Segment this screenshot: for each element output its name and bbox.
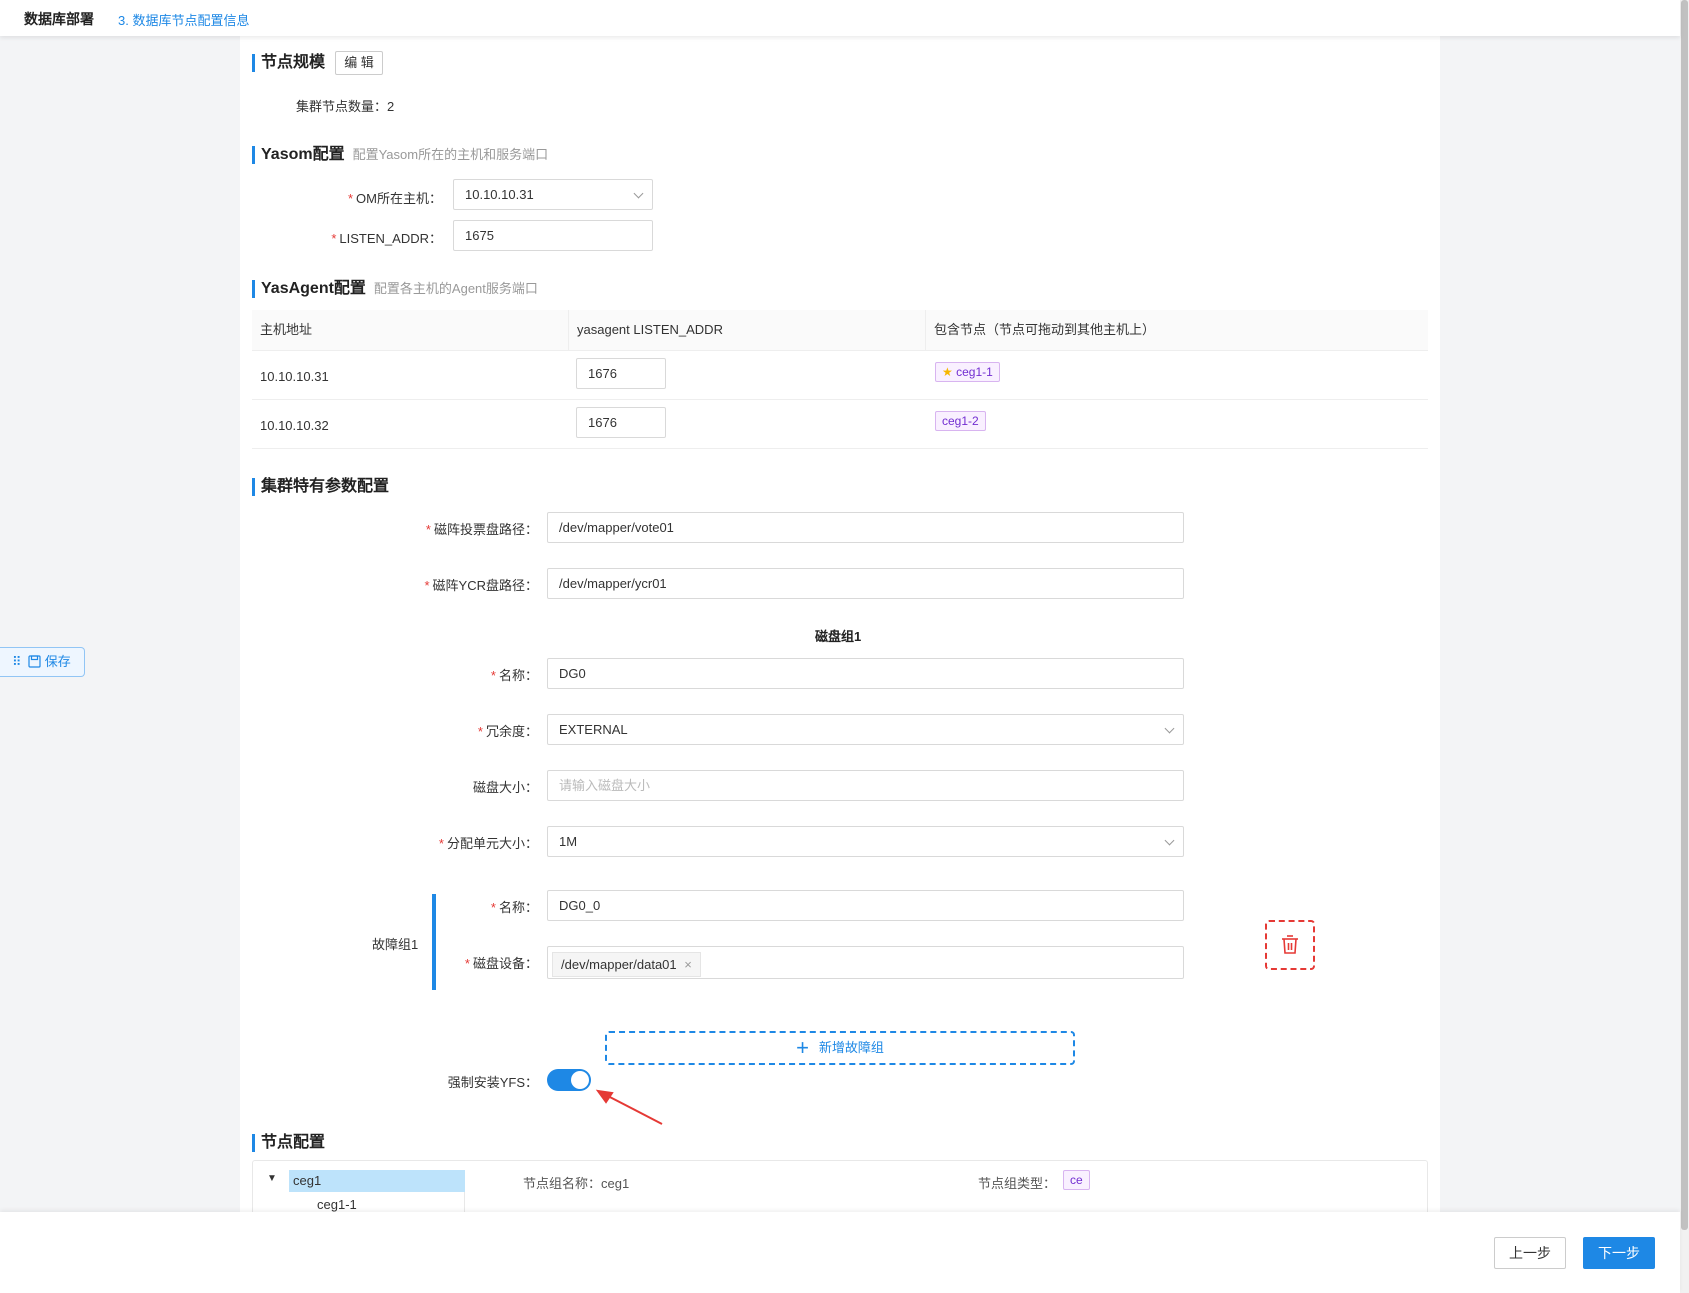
drag-handle-icon[interactable]: ⠿ <box>12 654 21 669</box>
annotation-arrow-icon <box>595 1089 663 1125</box>
chevron-down-icon <box>1164 835 1175 846</box>
ycr-disk-label: * 磁阵YCR盘路径： <box>424 578 538 593</box>
fg-disk-label: * 磁盘设备： <box>464 956 538 971</box>
listen-addr-label: * LISTEN_ADDR： <box>331 231 442 246</box>
section-yasagent-subtitle: 配置各主机的Agent服务端口 <box>373 281 538 296</box>
caret-down-icon[interactable]: ▼ <box>267 1173 277 1184</box>
footer-bar: 上一步 下一步 <box>0 1212 1680 1293</box>
node-group-name: 节点组名称：ceg1 <box>523 1176 630 1191</box>
agent-port-input[interactable]: 1676 <box>576 358 666 389</box>
breadcrumb-step[interactable]: 3. 数据库节点配置信息 <box>118 10 249 29</box>
column-header-nodes: 包含节点（节点可拖动到其他主机上） <box>925 310 1428 350</box>
star-icon: ★ <box>942 365 953 379</box>
section-yasom-title: Yasom配置 配置Yasom所在的主机和服务端口 <box>252 146 548 164</box>
table-cell-host: 10.10.10.32 <box>260 418 329 433</box>
vote-disk-label: * 磁阵投票盘路径： <box>425 522 538 537</box>
om-host-label: * OM所在主机： <box>347 191 442 206</box>
trash-icon <box>1282 935 1298 954</box>
section-node-config-title: 节点配置 <box>252 1134 325 1152</box>
plus-icon: + <box>796 1035 809 1060</box>
add-failgroup-button[interactable]: + 新增故障组 <box>605 1031 1075 1065</box>
om-host-select[interactable]: 10.10.10.31 <box>453 179 653 210</box>
redundancy-label: * 冗余度： <box>477 724 538 739</box>
next-step-button[interactable]: 下一步 <box>1583 1237 1655 1269</box>
table-divider <box>252 399 1428 400</box>
alloc-unit-label: * 分配单元大小： <box>438 836 538 851</box>
main-panel: 节点规模 编 辑 集群节点数量：2 Yasom配置 配置Yasom所在的主机和服务… <box>240 36 1440 1212</box>
failgroup-label: 故障组1 <box>372 937 419 952</box>
edit-button[interactable]: 编 辑 <box>335 51 383 75</box>
save-icon <box>28 655 41 668</box>
fg-name-input[interactable]: DG0_0 <box>547 890 1184 921</box>
delete-failgroup-button[interactable] <box>1265 920 1315 970</box>
node-group-type-tag: ce <box>1063 1170 1090 1190</box>
app-title: 数据库部署 <box>24 11 94 27</box>
section-cluster-title: 集群特有参数配置 <box>252 478 389 496</box>
toggle-knob <box>571 1071 589 1089</box>
chevron-down-icon <box>633 188 644 199</box>
fg-disk-multiselect[interactable]: /dev/mapper/data01 × <box>547 946 1184 979</box>
agent-port-input[interactable]: 1676 <box>576 407 666 438</box>
top-bar: 数据库部署 3. 数据库节点配置信息 <box>0 0 1680 36</box>
node-config-box: ▼ ceg1 ceg1-1 节点组名称：ceg1 节点组类型： ce <box>252 1160 1428 1212</box>
redundancy-select[interactable]: EXTERNAL <box>547 714 1184 745</box>
section-node-scale-title: 节点规模 <box>252 54 325 72</box>
column-header-host: 主机地址 <box>252 310 568 350</box>
column-header-listen-addr: yasagent LISTEN_ADDR <box>568 310 925 350</box>
node-group-type-label: 节点组类型： <box>978 1176 1057 1191</box>
disk-group-title: 磁盘组1 <box>815 629 862 644</box>
disk-size-label: 磁盘大小： <box>472 780 538 795</box>
force-yfs-label: 强制安装YFS： <box>447 1075 538 1090</box>
close-icon[interactable]: × <box>684 957 692 972</box>
prev-step-button[interactable]: 上一步 <box>1494 1237 1566 1269</box>
node-tag[interactable]: ceg1-2 <box>935 411 986 431</box>
vote-disk-input[interactable]: /dev/mapper/vote01 <box>547 512 1184 543</box>
fg-name-label: * 名称： <box>490 900 538 915</box>
disk-device-tag: /dev/mapper/data01 × <box>552 952 701 977</box>
ycr-disk-input[interactable]: /dev/mapper/ycr01 <box>547 568 1184 599</box>
tree-node-child[interactable]: ceg1-1 <box>317 1197 357 1212</box>
section-yasagent-title: YasAgent配置 配置各主机的Agent服务端口 <box>252 280 538 298</box>
listen-addr-input[interactable]: 1675 <box>453 220 653 251</box>
floating-save-button[interactable]: ⠿ 保存 <box>0 647 85 677</box>
tree-panel-divider <box>289 1192 465 1212</box>
table-cell-host: 10.10.10.31 <box>260 369 329 384</box>
table-divider <box>252 350 1428 351</box>
dg-name-input[interactable]: DG0 <box>547 658 1184 689</box>
disk-size-input[interactable]: 请输入磁盘大小 <box>547 770 1184 801</box>
tree-node-root[interactable]: ceg1 <box>289 1170 465 1192</box>
dg-name-label: * 名称： <box>490 668 538 683</box>
alloc-unit-select[interactable]: 1M <box>547 826 1184 857</box>
cluster-node-count: 集群节点数量：2 <box>296 99 395 114</box>
section-yasom-subtitle: 配置Yasom所在的主机和服务端口 <box>352 147 549 162</box>
node-tag[interactable]: ★ ceg1-1 <box>935 362 1000 382</box>
chevron-down-icon <box>1164 723 1175 734</box>
force-yfs-toggle[interactable] <box>547 1069 591 1091</box>
page-scrollbar-thumb[interactable] <box>1681 0 1688 1230</box>
table-divider <box>252 448 1428 449</box>
